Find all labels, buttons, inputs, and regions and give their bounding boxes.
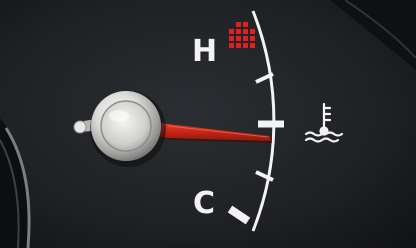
gauge-drawing: H C bbox=[0, 0, 416, 248]
coolant-temperature-gauge-photo: H C bbox=[0, 0, 416, 248]
cold-label: C bbox=[193, 186, 215, 221]
hot-label: H bbox=[192, 34, 217, 69]
